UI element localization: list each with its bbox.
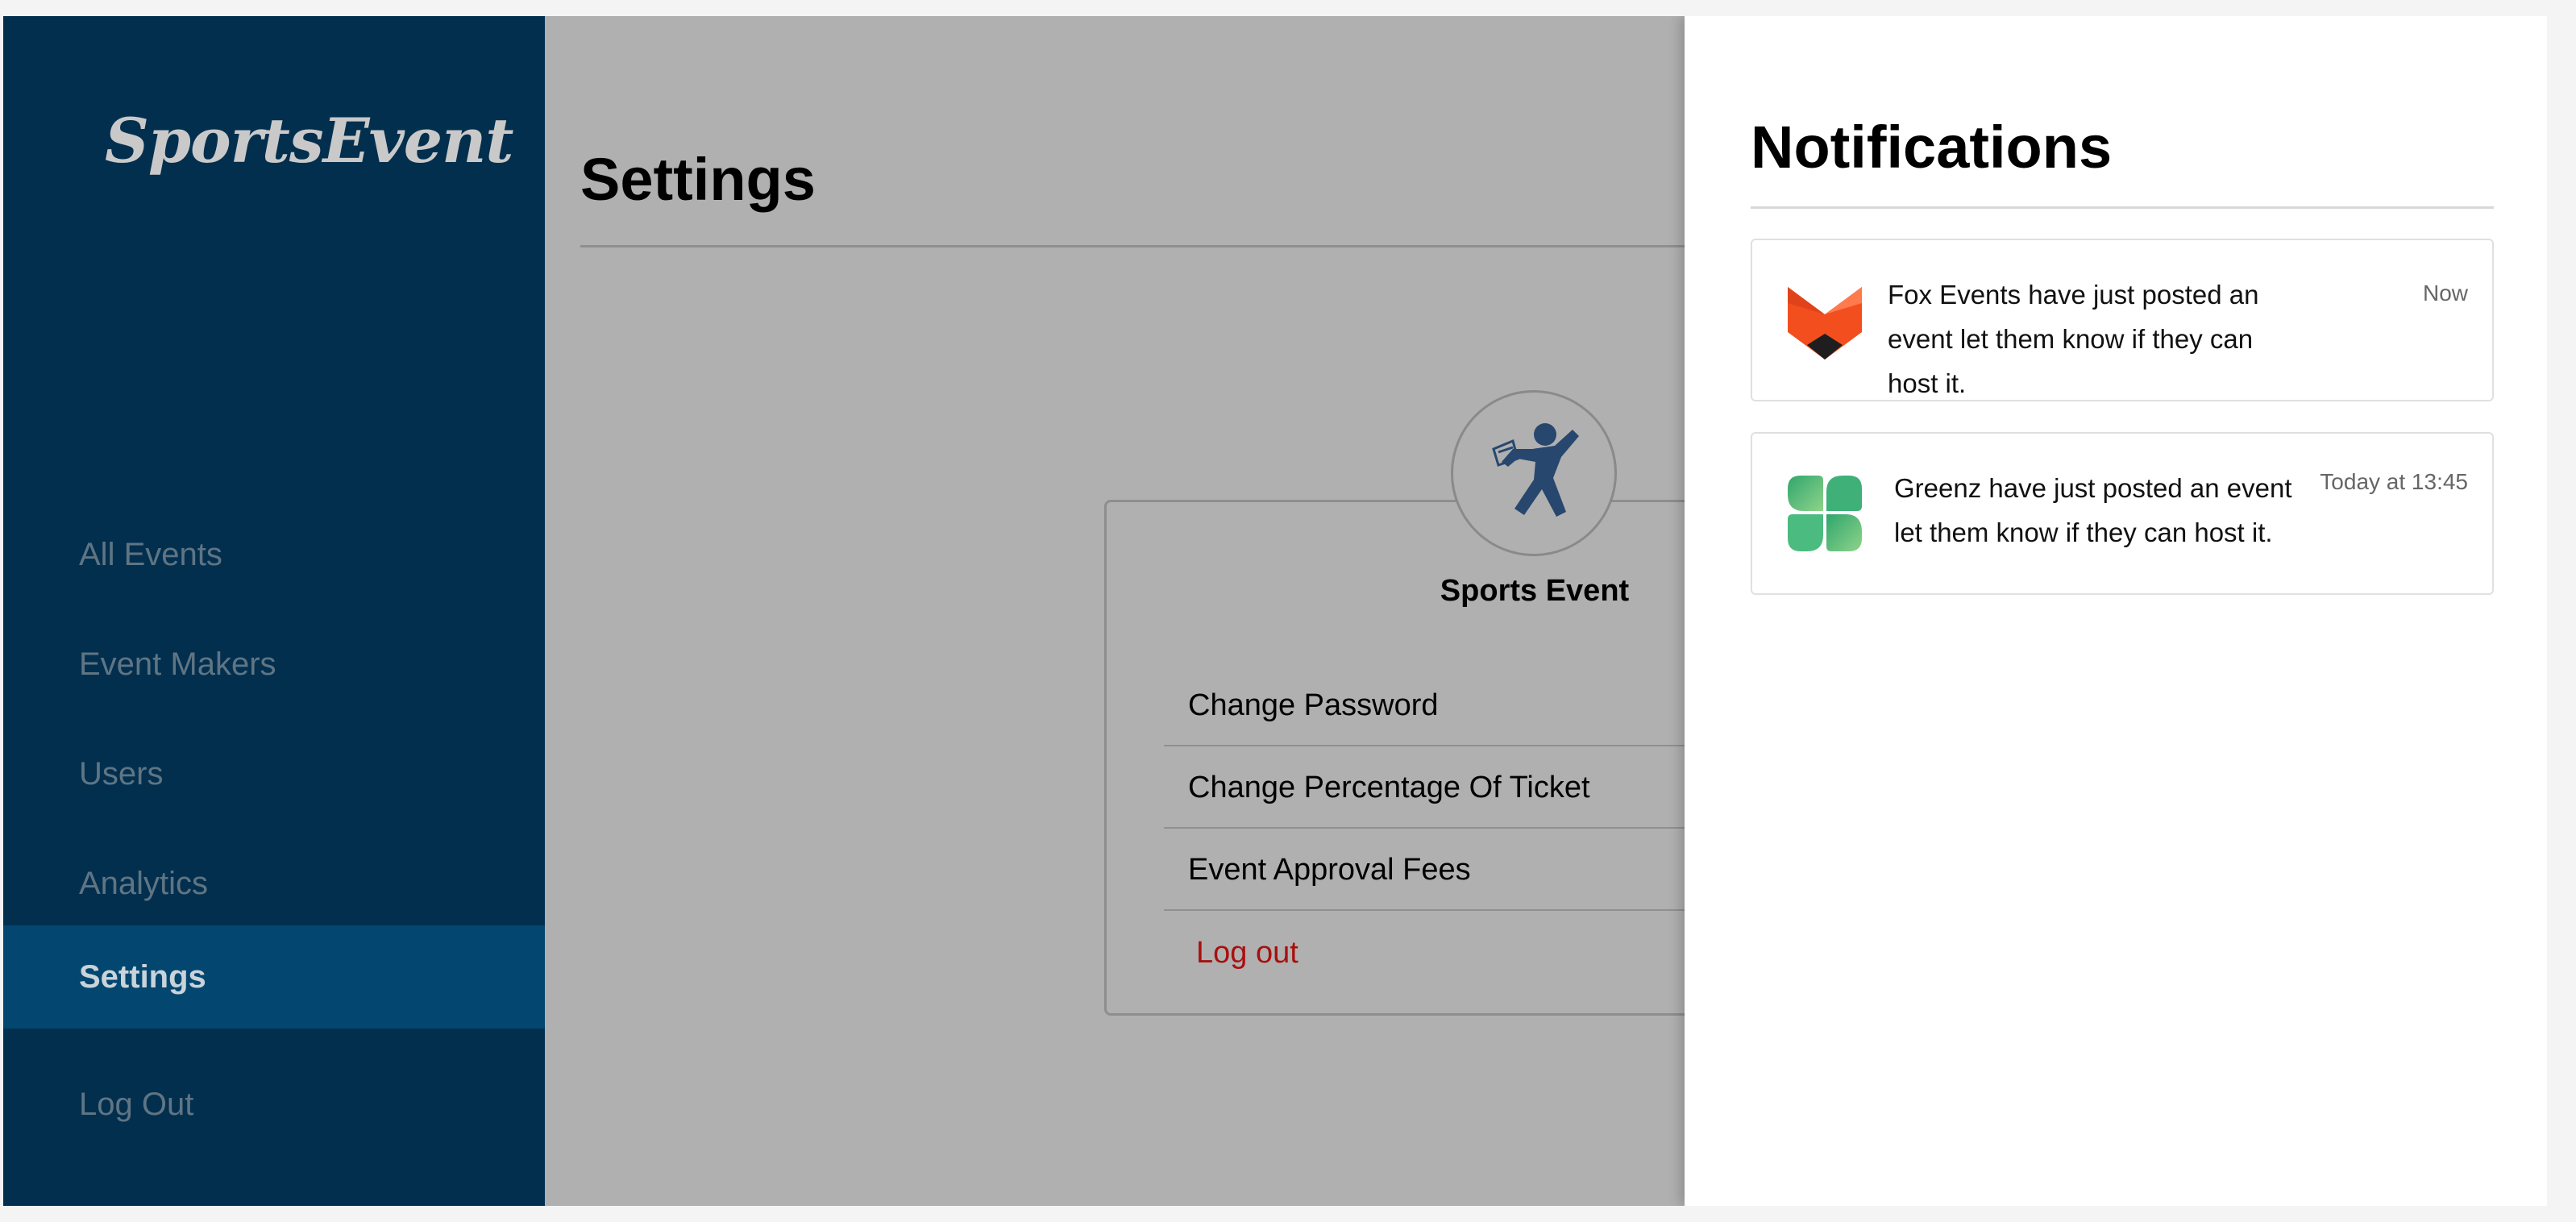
notification-text: Greenz have just posted an event let the…	[1894, 473, 2292, 547]
event-approval-fees-item[interactable]: Event Approval Fees	[1164, 830, 1728, 911]
clover-logo-icon	[1788, 476, 1862, 551]
notification-item[interactable]: Greenz have just posted an event let the…	[1751, 432, 2494, 595]
sidebar-item-all-events[interactable]: All Events	[3, 503, 545, 606]
fox-logo-icon	[1788, 287, 1862, 360]
app-window: SportsEvent All Events Event Makers User…	[3, 16, 2547, 1206]
sports-player-icon	[1492, 423, 1579, 517]
notifications-divider	[1751, 206, 2494, 209]
logout-item[interactable]: Log out	[1164, 912, 1728, 993]
sidebar-item-analytics[interactable]: Analytics	[3, 832, 545, 935]
sidebar-item-event-makers[interactable]: Event Makers	[3, 613, 545, 716]
brand-logo: SportsEvent	[105, 105, 513, 177]
page-title: Settings	[580, 146, 816, 213]
title-divider	[580, 245, 1709, 247]
notifications-title: Notifications	[1751, 114, 2113, 181]
sidebar-item-settings[interactable]: Settings	[3, 925, 545, 1029]
sidebar-item-log-out[interactable]: Log Out	[3, 1053, 545, 1156]
notification-time: Today at 13:45	[2320, 469, 2468, 494]
change-percentage-of-ticket-item[interactable]: Change Percentage Of Ticket	[1164, 748, 1728, 829]
notifications-panel: Notifications Fox Events have just poste…	[1685, 16, 2547, 1206]
notification-text: Fox Events have just posted an event let…	[1888, 280, 2259, 398]
change-password-item[interactable]: Change Password	[1164, 666, 1728, 746]
notification-item[interactable]: Fox Events have just posted an event let…	[1751, 239, 2494, 401]
notification-time: Now	[2422, 281, 2468, 306]
sidebar-item-users[interactable]: Users	[3, 722, 545, 825]
sidebar: SportsEvent All Events Event Makers User…	[3, 16, 545, 1206]
profile-name: Sports Event	[1440, 574, 1630, 608]
avatar	[1451, 390, 1617, 556]
